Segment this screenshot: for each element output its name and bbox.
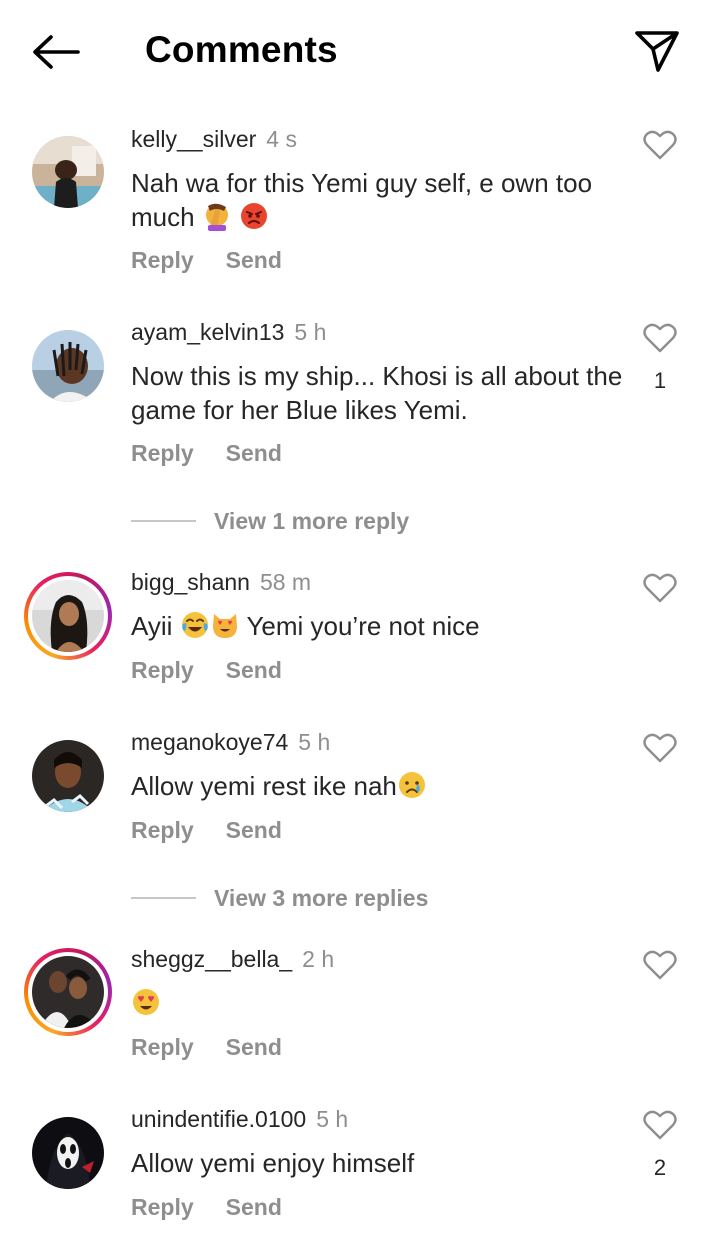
reply-button[interactable]: Reply — [131, 817, 194, 843]
divider-line — [131, 897, 196, 899]
comment-time: 4 s — [266, 126, 297, 152]
angry-face-emoji-icon — [239, 201, 269, 231]
send-button[interactable]: Send — [226, 1194, 282, 1220]
page-title: Comments — [145, 29, 338, 70]
send-button[interactable]: Send — [226, 247, 282, 273]
view-replies-label: View 1 more reply — [214, 507, 410, 534]
heart-outline-icon — [643, 130, 677, 160]
like-button[interactable] — [640, 127, 680, 163]
back-button[interactable] — [30, 30, 82, 74]
reply-button[interactable]: Reply — [131, 247, 194, 273]
comment-text: Allow yemi enjoy himself — [131, 1148, 415, 1178]
comment-text: Nah wa for this Yemi guy self, e own too… — [131, 168, 593, 232]
like-button[interactable] — [640, 730, 680, 766]
avatar[interactable] — [32, 1117, 104, 1189]
reply-button[interactable]: Reply — [131, 440, 194, 466]
avatar[interactable] — [32, 740, 104, 812]
story-ring-avatar[interactable] — [24, 948, 112, 1036]
comment-text: Ayii Yemi you’re not nice — [131, 610, 480, 641]
view-more-replies-button[interactable]: View 3 more replies — [131, 883, 428, 913]
view-replies-label: View 3 more replies — [214, 884, 429, 911]
comment-username[interactable]: sheggz__bella_ — [131, 946, 292, 972]
avatar[interactable] — [32, 136, 104, 208]
send-button[interactable]: Send — [226, 817, 282, 843]
comment-username[interactable]: unindentifie.0100 — [131, 1106, 306, 1132]
comment-text: Allow yemi rest ike nah — [131, 769, 631, 803]
heart-outline-icon — [643, 950, 677, 980]
paper-plane-icon — [635, 31, 679, 72]
comment-text: Now this is my ship... Khosi is all abou… — [131, 361, 623, 425]
send-button[interactable]: Send — [226, 657, 282, 683]
comment-username[interactable]: bigg_shann — [131, 569, 250, 595]
crying-face-emoji-icon — [397, 770, 427, 800]
header-bar: Comments — [0, 0, 720, 100]
heart-outline-icon — [643, 323, 677, 353]
comment-time: 5 h — [316, 1106, 349, 1132]
heart-outline-icon — [643, 1110, 677, 1140]
comment-time: 5 h — [294, 319, 327, 345]
comment-time: 2 h — [302, 946, 335, 972]
reply-button[interactable]: Reply — [131, 1194, 194, 1220]
heart-eyes-emoji-icon — [131, 987, 161, 1017]
heart-outline-icon — [643, 573, 677, 603]
tears-of-joy-emoji-icon — [180, 610, 210, 640]
avatar — [32, 956, 104, 1028]
heart-eyes-cat-emoji-icon — [210, 610, 240, 640]
view-more-replies-button[interactable]: View 1 more reply — [131, 506, 409, 536]
send-button[interactable]: Send — [226, 1034, 282, 1060]
avatar — [32, 580, 104, 652]
comment-username[interactable]: ayam_kelvin13 — [131, 319, 284, 345]
comment-username[interactable]: kelly__silver — [131, 126, 256, 152]
divider-line — [131, 520, 196, 522]
reply-button[interactable]: Reply — [131, 657, 194, 683]
like-button[interactable] — [640, 947, 680, 983]
like-button[interactable] — [640, 320, 680, 356]
like-button[interactable] — [640, 570, 680, 606]
comment-time: 58 m — [259, 569, 312, 595]
avatar[interactable] — [32, 330, 104, 402]
comment-time: 5 h — [298, 729, 331, 755]
heart-outline-icon — [643, 733, 677, 763]
story-ring-avatar[interactable] — [24, 572, 112, 660]
comment-username[interactable]: meganokoye74 — [131, 729, 288, 755]
like-count: 2 — [653, 1155, 667, 1180]
reply-button[interactable]: Reply — [131, 1034, 194, 1060]
share-button[interactable] — [632, 26, 682, 76]
like-count: 1 — [653, 368, 667, 393]
like-button[interactable] — [640, 1107, 680, 1143]
arrow-left-icon — [33, 35, 80, 69]
send-button[interactable]: Send — [226, 440, 282, 466]
face-palm-emoji-icon — [202, 201, 232, 231]
comment-text — [131, 986, 631, 1020]
